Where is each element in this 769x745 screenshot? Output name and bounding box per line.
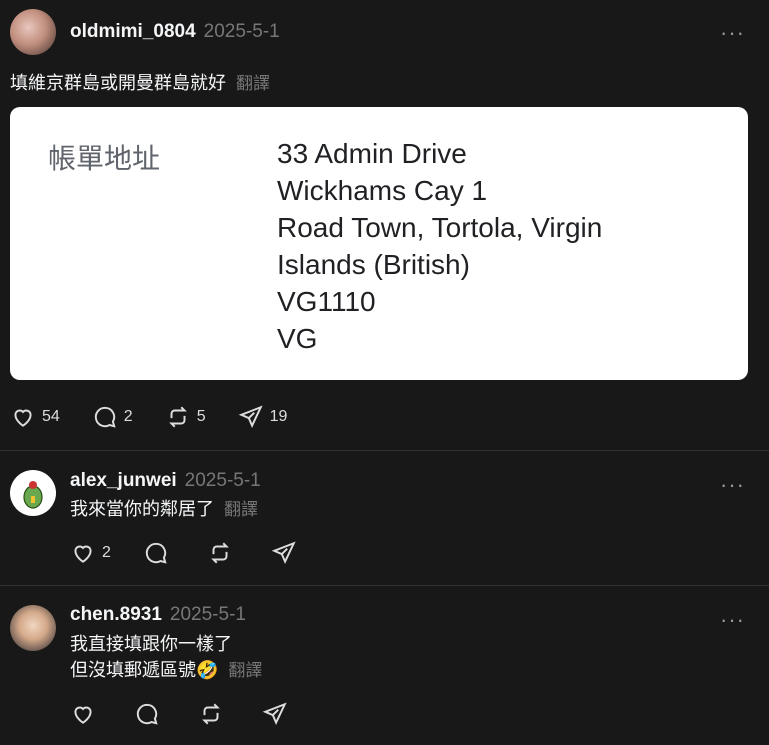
reply-text: 我來當你的鄰居了 翻譯 — [70, 496, 258, 523]
address-line: VG — [277, 323, 318, 354]
translate-link[interactable]: 翻譯 — [224, 500, 258, 519]
post-date: 2025-5-1 — [203, 21, 280, 42]
repost-button[interactable] — [207, 540, 239, 566]
share-button[interactable] — [271, 540, 303, 566]
comment-icon — [136, 703, 158, 725]
username[interactable]: alex_junwei 2025-5-1 — [70, 470, 261, 492]
divider — [0, 585, 769, 586]
billing-address-label: 帳單地址 — [48, 142, 161, 175]
share-icon — [238, 405, 263, 429]
reply-actions — [70, 701, 326, 727]
username-text[interactable]: chen.8931 — [70, 604, 162, 625]
post-text: 填維京群島或開曼群島就好 翻譯 — [10, 70, 270, 97]
address-line: Road Town, Tortola, Virgin — [277, 212, 603, 243]
share-button[interactable] — [262, 701, 294, 727]
address-block: 33 Admin Drive Wickhams Cay 1 Road Town,… — [277, 135, 602, 357]
repost-count: 5 — [196, 408, 206, 425]
repost-button[interactable]: 5 — [165, 404, 206, 430]
avatar[interactable] — [10, 605, 56, 651]
address-line: 33 Admin Drive — [277, 138, 467, 169]
post-date: 2025-5-1 — [184, 470, 261, 491]
username-text[interactable]: alex_junwei — [70, 470, 177, 491]
repost-icon — [211, 542, 229, 564]
like-button[interactable]: 54 — [10, 404, 60, 430]
like-count: 2 — [102, 544, 111, 561]
reply-text: 我直接填跟你一樣了 但沒填郵遞區號🤣 翻譯 — [70, 631, 262, 684]
like-button[interactable]: 2 — [70, 540, 111, 566]
address-line: Islands (British) — [277, 249, 470, 280]
reply-text-line: 我直接填跟你一樣了 — [70, 634, 232, 654]
translate-link[interactable]: 翻譯 — [228, 661, 262, 680]
more-icon[interactable]: ··· — [720, 474, 745, 496]
divider — [0, 450, 769, 451]
post-date: 2025-5-1 — [169, 604, 246, 625]
avatar[interactable] — [10, 470, 56, 516]
comment-count: 2 — [123, 408, 133, 425]
comment-icon — [94, 406, 116, 428]
username-text[interactable]: oldmimi_0804 — [70, 21, 196, 42]
share-icon — [262, 702, 287, 726]
repost-icon — [202, 703, 220, 725]
more-icon[interactable]: ··· — [720, 609, 745, 631]
avatar[interactable] — [10, 9, 56, 55]
comment-icon — [145, 542, 167, 564]
repost-button[interactable] — [198, 701, 230, 727]
post-text-content: 填維京群島或開曼群島就好 — [10, 73, 226, 93]
username[interactable]: chen.8931 2025-5-1 — [70, 604, 246, 626]
reply-text-line-2: 但沒填郵遞區號🤣 翻譯 — [70, 657, 262, 684]
share-count: 19 — [269, 408, 288, 425]
reply-actions: 2 — [70, 540, 335, 566]
address-line: Wickhams Cay 1 — [277, 175, 488, 206]
translate-link[interactable]: 翻譯 — [236, 74, 270, 93]
heart-icon — [74, 706, 92, 724]
share-icon — [271, 541, 296, 565]
share-button[interactable]: 19 — [238, 404, 288, 430]
repost-icon — [168, 406, 187, 428]
comment-button[interactable] — [143, 540, 175, 566]
username[interactable]: oldmimi_0804 2025-5-1 — [70, 21, 280, 43]
more-icon[interactable]: ··· — [720, 22, 745, 44]
heart-icon — [14, 409, 32, 427]
post-actions: 54 2 5 19 — [10, 404, 319, 430]
like-button[interactable] — [70, 701, 102, 727]
reply-text-line: 但沒填郵遞區號🤣 — [70, 660, 219, 680]
address-line: VG1110 — [277, 286, 376, 317]
avatar-icon — [23, 481, 43, 509]
address-image-card[interactable]: 帳單地址 33 Admin Drive Wickhams Cay 1 Road … — [10, 107, 748, 380]
comment-button[interactable]: 2 — [92, 404, 133, 430]
comment-button[interactable] — [134, 701, 166, 727]
like-count: 54 — [42, 408, 60, 425]
heart-icon — [74, 545, 92, 563]
reply-text-content: 我來當你的鄰居了 — [70, 499, 214, 519]
